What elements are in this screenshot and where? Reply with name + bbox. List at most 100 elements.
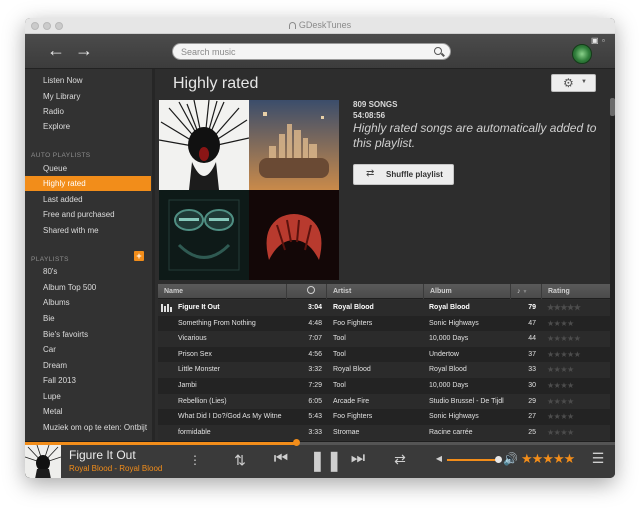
sort-desc-icon: ▼ [522,289,528,295]
mini-player-icon[interactable]: ▣ [591,36,599,45]
window-title: GDeskTunes [25,20,615,30]
rating-stars[interactable]: ★★★★ [547,316,574,332]
sidebar-item-playlist[interactable]: Albums [25,295,151,310]
cell-plays: 44 [528,335,536,343]
user-avatar[interactable] [572,44,592,64]
back-arrow-icon[interactable]: ← [46,40,66,60]
cell-duration: 5:43 [308,413,322,421]
sidebar-item-playlist[interactable]: Dream [25,358,151,373]
cell-album: 10,000 Days [429,382,469,389]
search-input[interactable] [181,46,421,58]
cell-plays: 47 [528,319,536,327]
rating-stars[interactable]: ★★★★★ [547,331,581,347]
cell-plays: 27 [528,413,536,421]
table-row[interactable]: Rebellion (Lies) 6:05 Arcade Fire Studio Br… [158,393,610,410]
column-header-rating[interactable]: Rating [541,284,610,299]
more-options-icon[interactable]: ⋮ [189,453,201,467]
search-icon[interactable] [434,47,442,55]
sidebar-item-playlist[interactable]: Fall 2013 [25,373,151,388]
cell-album: Royal Blood [429,304,470,311]
sidebar-item-radio[interactable]: Radio [25,104,151,119]
album-art-10000-days [159,190,249,280]
table-row[interactable]: formidable 3:33 Stromae Racine carrée 25 ★★★★ [158,424,610,441]
rating-stars[interactable]: ★★★★ [547,425,574,441]
shuffle-playlist-button[interactable]: ⇄ Shuffle playlist [353,164,454,185]
sidebar-item-shared-with-me[interactable]: Shared with me [25,223,151,238]
cell-album: Sonic Highways [429,319,479,327]
scrollbar-thumb[interactable] [610,98,615,116]
sidebar-item-queue[interactable]: Queue [25,161,151,176]
sidebar-item-playlist[interactable]: 80's [25,264,151,279]
rating-stars[interactable]: ★★★★★ [547,300,581,316]
auto-playlists-heading: AUTO PLAYLISTS [31,152,91,159]
volume-handle[interactable] [495,456,502,463]
previous-track-icon[interactable]: ⏮ [268,450,294,468]
cell-name: Rebellion (Lies) [178,397,227,405]
sidebar-item-playlist[interactable]: Album Top 500 [25,280,151,295]
rating-stars[interactable]: ★★★★ [547,378,574,394]
table-row[interactable]: Figure It Out 3:04 Royal Blood Royal Blood 7… [158,300,610,316]
cell-name: Little Monster [178,366,221,374]
playlists-heading: PLAYLISTS [31,256,69,263]
sidebar-item-explore[interactable]: Explore [25,119,151,134]
clock-icon [307,286,315,294]
cell-artist: Tool [333,350,346,358]
column-header-name[interactable]: Name [158,284,286,299]
pause-icon[interactable]: ❚❚ [309,448,343,473]
cell-name: Prison Sex [178,350,212,358]
cell-plays: 30 [528,382,536,389]
column-header-duration[interactable] [286,284,326,299]
cell-artist: Stromae [333,428,360,436]
table-row[interactable]: Jambi 7:29 Tool 10,000 Days 30 ★★★★ [158,378,610,394]
sidebar-item-playlist[interactable]: Car [25,342,151,357]
next-track-icon[interactable]: ⏭ [345,450,371,468]
cell-artist: Tool [333,335,346,343]
sidebar-item-last-added[interactable]: Last added [25,192,151,207]
sidebar-item-highly-rated[interactable]: Highly rated [25,176,151,191]
sidebar-item-my-library[interactable]: My Library [25,89,151,104]
table-row[interactable]: Something From Nothing 4:48 Foo Fighters So… [158,315,610,332]
cell-duration: 3:33 [308,428,322,436]
rating-stars[interactable]: ★★★★ [547,362,574,378]
rating-stars[interactable]: ★★★★ [547,409,574,425]
cell-album: 10,000 Days [429,335,469,343]
table-row[interactable]: Vicarious 7:07 Tool 10,000 Days 44 ★★★★★ [158,331,610,347]
now-playing-rating[interactable]: ★★★★★ [521,451,575,467]
cell-album: Undertow [429,350,459,358]
sidebar-item-playlist[interactable]: Muziek om op te eten: Ontbijt [25,420,151,435]
content-scrollbar[interactable] [610,98,615,441]
window-menu-icon[interactable]: ▫ [602,36,605,45]
add-playlist-button[interactable]: + [134,251,144,261]
forward-arrow-icon[interactable]: → [74,40,94,60]
sidebar-item-playlist[interactable]: Metal [25,404,151,419]
column-header-album[interactable]: Album [423,284,510,299]
shuffle-icon[interactable]: ⇄ [391,451,409,468]
now-playing-artist[interactable]: Royal Blood - Royal Blood [69,464,162,473]
column-header-plays[interactable]: ♪ ▼ [510,284,541,299]
table-row[interactable]: What Did I Do?/God As My Witne 5:43 Foo Fi… [158,409,610,425]
cell-artist: Foo Fighters [333,413,373,421]
volume-up-icon[interactable]: 🔊 [503,452,518,466]
sidebar-item-playlist[interactable]: Bie [25,311,151,326]
rating-stars[interactable]: ★★★★ [547,394,574,410]
sidebar-item-free-and-purchased[interactable]: Free and purchased [25,207,151,222]
volume-down-icon[interactable]: ◀ [435,454,443,463]
repeat-icon[interactable]: ⇅ [231,452,249,469]
sidebar-item-playlist[interactable]: Lupe [25,389,151,404]
column-header-artist[interactable]: Artist [326,284,423,299]
sidebar-item-playlist[interactable]: Bie's favoirts [25,327,151,342]
rating-stars[interactable]: ★★★★★ [547,347,581,363]
cell-plays: 25 [528,428,536,436]
table-row[interactable]: Prison Sex 4:56 Tool Undertow 37 ★★★★★ [158,346,610,363]
sidebar-item-listen-now[interactable]: Listen Now [25,73,151,88]
cell-name: What Did I Do?/God As My Witne [178,413,282,421]
now-playing-equalizer-icon [161,304,172,312]
settings-menu-button[interactable]: ⚙ ▼ [551,74,596,92]
now-playing-cover[interactable] [25,445,61,478]
progress-bar[interactable] [25,442,615,445]
cell-duration: 3:32 [308,366,322,374]
table-row[interactable]: Little Monster 3:32 Royal Blood Royal Blood… [158,362,610,378]
cell-duration: 4:56 [308,350,322,358]
queue-icon[interactable]: ☰ [591,450,605,467]
volume-slider[interactable] [447,459,499,461]
